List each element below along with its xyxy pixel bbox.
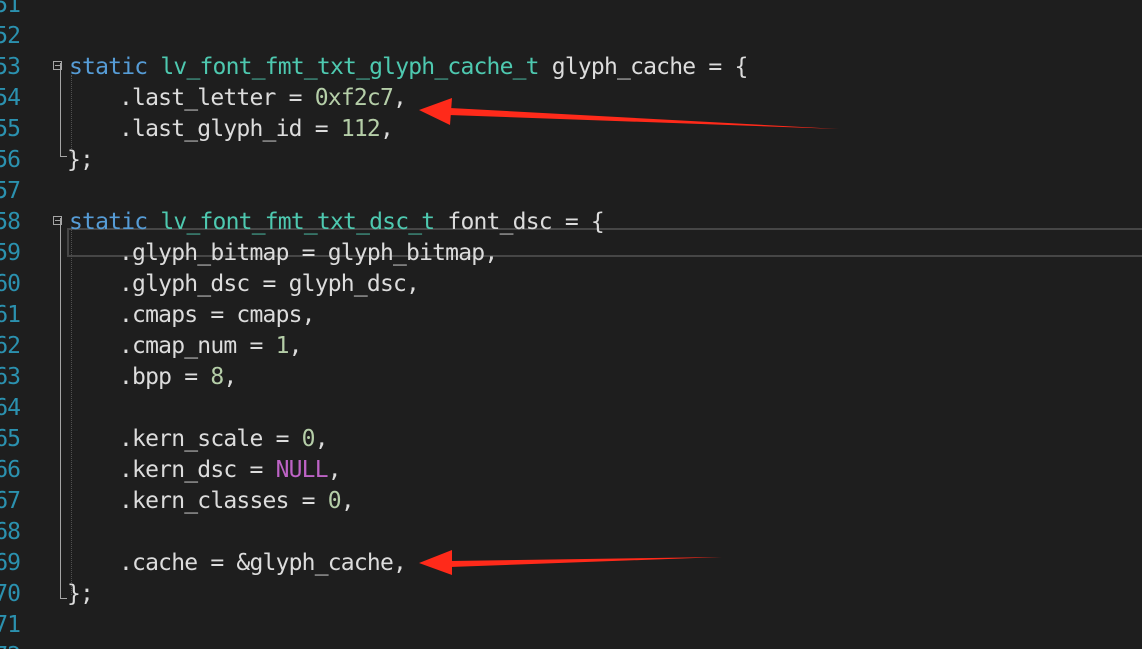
arrow-cache — [419, 550, 722, 575]
arrow-head-2 — [419, 550, 452, 575]
arrow-shaft-1 — [449, 108, 839, 129]
arrow-last-glyph-id — [419, 98, 839, 129]
code-editor[interactable]: 51 52 53 static lv_font_fmt_txt_glyph_cache… — [0, 0, 1142, 649]
annotation-arrows — [419, 98, 839, 575]
arrow-shaft-2 — [450, 557, 722, 567]
arrow-head-1 — [419, 98, 452, 125]
